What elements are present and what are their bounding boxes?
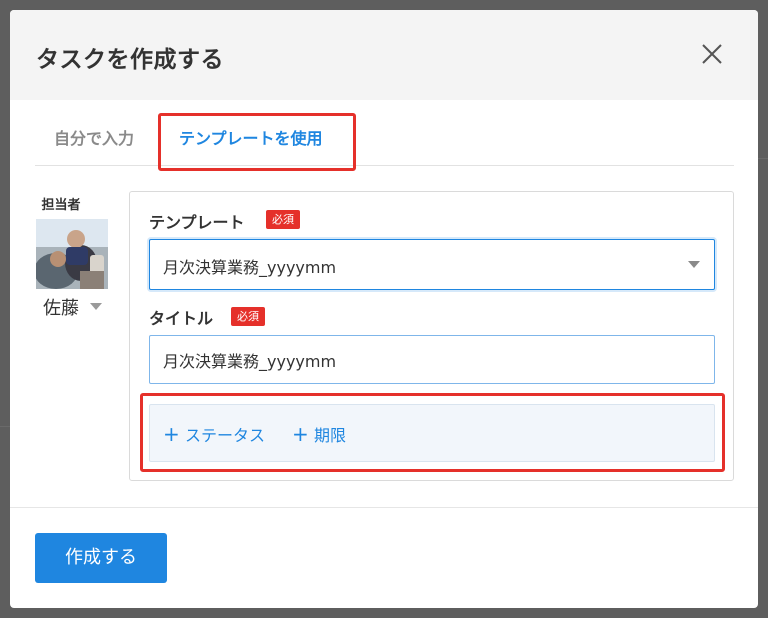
- plus-icon: +: [163, 422, 180, 446]
- modal-title: タスクを作成する: [36, 47, 224, 73]
- avatar[interactable]: [36, 219, 108, 289]
- avatar-photo-icon: [36, 219, 108, 289]
- tab-manual-input[interactable]: 自分で入力: [54, 111, 134, 166]
- assignee-name[interactable]: 佐藤: [43, 294, 79, 320]
- option-bar: + ステータス + 期限: [149, 404, 715, 462]
- add-deadline-label: 期限: [314, 426, 347, 445]
- add-deadline-button[interactable]: + 期限: [292, 405, 346, 463]
- tab-bar: 自分で入力 テンプレートを使用: [35, 111, 734, 166]
- chevron-down-icon: [688, 261, 700, 268]
- background-divider: [758, 158, 768, 159]
- assignee-label: 担当者: [41, 198, 81, 213]
- add-status-button[interactable]: + ステータス: [163, 405, 265, 463]
- template-field-label: テンプレート: [149, 213, 245, 232]
- required-badge: 必須: [266, 210, 300, 229]
- template-select[interactable]: 月次決算業務_yyyymm: [149, 239, 715, 290]
- create-task-modal: タスクを作成する 自分で入力 テンプレートを使用 担当者 佐藤 テンプレート 必…: [10, 10, 758, 608]
- assignee-dropdown-icon[interactable]: [90, 303, 102, 310]
- create-button[interactable]: 作成する: [35, 533, 167, 583]
- title-input[interactable]: [149, 335, 715, 384]
- footer-divider: [10, 507, 758, 508]
- tab-use-template[interactable]: テンプレートを使用: [179, 111, 323, 166]
- close-icon: [702, 44, 722, 64]
- required-badge: 必須: [231, 307, 265, 326]
- close-button[interactable]: [696, 38, 728, 70]
- modal-header: タスクを作成する: [10, 10, 758, 100]
- add-status-label: ステータス: [185, 426, 266, 445]
- template-select-value: 月次決算業務_yyyymm: [163, 258, 337, 277]
- background-divider: [0, 426, 10, 427]
- title-field-label: タイトル: [149, 309, 214, 328]
- plus-icon: +: [292, 422, 309, 446]
